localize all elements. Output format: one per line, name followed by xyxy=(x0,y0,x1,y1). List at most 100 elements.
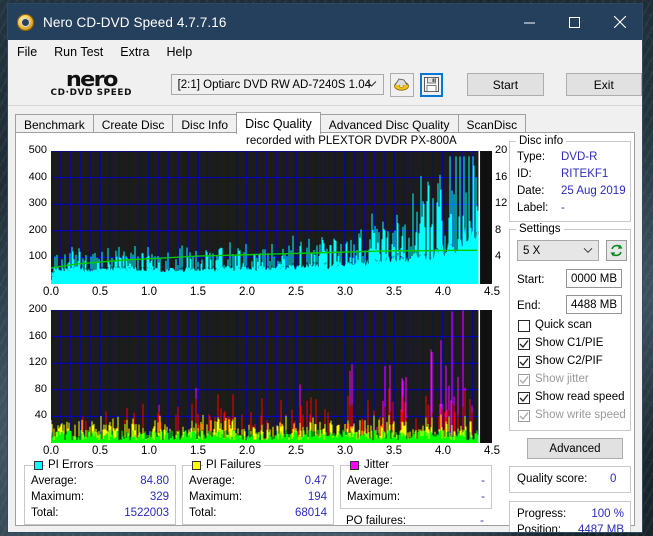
menu-item-run-test[interactable]: Run Test xyxy=(54,45,103,59)
pi-errors-legend: PI Errors xyxy=(45,459,97,471)
show-c1-pie-label: Show C1/PIE xyxy=(535,337,604,349)
pi-errors-maximum-label: Maximum: xyxy=(31,491,85,503)
close-icon[interactable] xyxy=(597,4,642,40)
tab-create-disc[interactable]: Create Disc xyxy=(92,114,174,134)
pi-failures-maximum-value: 194 xyxy=(307,491,327,503)
pie-y-tick: 300 xyxy=(28,197,47,210)
advanced-button[interactable]: Advanced xyxy=(527,438,623,459)
pie-x-tick: 0.0 xyxy=(43,286,59,298)
title-bar: Nero CD-DVD Speed 4.7.7.16 xyxy=(8,4,642,40)
tab-strip: Benchmark Create Disc Disc Info Disc Qua… xyxy=(15,112,642,134)
quality-score-value: 0 xyxy=(610,473,617,485)
tab-advanced-disc-quality[interactable]: Advanced Disc Quality xyxy=(319,114,459,134)
pif-x-tick: 0.0 xyxy=(43,445,59,457)
menu-item-file[interactable]: File xyxy=(17,45,37,59)
exit-button[interactable]: Exit xyxy=(565,73,642,96)
show-jitter-label: Show jitter xyxy=(535,373,589,385)
speed-select-value: 5 X xyxy=(523,244,541,257)
tab-disc-info[interactable]: Disc Info xyxy=(172,114,238,134)
app-icon xyxy=(17,13,34,31)
disc-info-legend: Disc info xyxy=(516,135,567,147)
jitter-maximum-label: Maximum: xyxy=(347,491,401,503)
start-button[interactable]: Start xyxy=(467,73,544,96)
tab-benchmark[interactable]: Benchmark xyxy=(15,114,94,134)
quick-scan-label: Quick scan xyxy=(535,319,592,331)
pie-chart[interactable] xyxy=(51,151,492,284)
right-panel: Disc info Type: DVD-R ID: RITEKF1 Date: … xyxy=(505,133,635,532)
refresh-icon[interactable] xyxy=(606,240,627,261)
disc-type-label: Type: xyxy=(517,151,546,163)
progress-value: 100 % xyxy=(591,508,624,520)
pi-failures-total-value: 68014 xyxy=(295,507,327,519)
pi-errors-average-value: 84.80 xyxy=(140,475,169,487)
po-failures-label: PO failures: xyxy=(346,515,407,527)
toolbar: nero CD·DVD SPEED [2:1] Optiarc DVD RW A… xyxy=(8,64,642,106)
menu-item-extra[interactable]: Extra xyxy=(120,45,149,59)
pi-errors-average-label: Average: xyxy=(31,475,77,487)
po-failures-value: - xyxy=(480,515,484,527)
disc-eject-icon[interactable] xyxy=(390,72,414,97)
disc-id-label: ID: xyxy=(517,168,532,180)
pi-errors-total-label: Total: xyxy=(31,507,59,519)
pif-x-tick: 4.5 xyxy=(484,445,500,457)
jitter-average-label: Average: xyxy=(347,475,393,487)
end-mb-input[interactable]: 4488 MB xyxy=(566,295,622,314)
tab-scandisc[interactable]: ScanDisc xyxy=(457,114,527,134)
drive-select[interactable]: [2:1] Optiarc DVD RW AD-7240S 1.04 xyxy=(170,74,385,95)
show-c1-pie-checkbox[interactable] xyxy=(518,338,530,350)
floppy-save-icon[interactable] xyxy=(419,72,444,97)
start-mb-label: Start: xyxy=(517,274,545,286)
pie-y-tick: 200 xyxy=(28,223,47,236)
disc-quality-panel: recorded with PLEXTOR DVDR PX-800A 100 20… xyxy=(15,132,635,532)
position-value: 4487 MB xyxy=(577,524,624,532)
settings-group: Settings 5 X Start: 0000 MB End: 4488 MB… xyxy=(509,223,631,431)
disc-info-group: Disc info Type: DVD-R ID: RITEKF1 Date: … xyxy=(509,135,631,222)
pi-failures-color-swatch xyxy=(192,461,201,470)
pie-y-tick: 500 xyxy=(28,144,47,156)
chevron-down-icon xyxy=(366,79,377,91)
pif-y-tick: 200 xyxy=(28,303,47,315)
show-read-speed-checkbox[interactable] xyxy=(518,392,530,404)
quick-scan-checkbox[interactable] xyxy=(518,320,530,332)
end-mb-value: 4488 MB xyxy=(571,298,618,311)
speed-select[interactable]: 5 X xyxy=(517,240,599,261)
pif-x-tick: 1.5 xyxy=(190,445,206,457)
pif-chart[interactable] xyxy=(51,310,492,443)
disc-id-value: RITEKF1 xyxy=(561,168,609,180)
pif-x-tick: 1.0 xyxy=(141,445,157,457)
disc-label-label: Label: xyxy=(517,202,549,214)
pie-x-tick: 1.5 xyxy=(190,286,206,298)
pi-errors-color-swatch xyxy=(34,461,43,470)
menu-item-help[interactable]: Help xyxy=(166,45,192,59)
drive-select-value: [2:1] Optiarc DVD RW AD-7240S 1.04 xyxy=(177,78,372,91)
show-jitter-checkbox xyxy=(518,374,530,386)
pif-x-tick: 2.5 xyxy=(288,445,304,457)
show-write-speed-label: Show write speed xyxy=(535,409,626,421)
pi-failures-average-value: 0.47 xyxy=(304,475,327,487)
application-window: Nero CD-DVD Speed 4.7.7.16 File Run Test… xyxy=(8,4,642,532)
pif-x-tick: 3.0 xyxy=(337,445,353,457)
disc-type-value: DVD-R xyxy=(561,151,598,163)
progress-group: Progress: 100 % Position: 4487 MB Speed:… xyxy=(509,501,631,532)
pie-x-tick: 3.5 xyxy=(386,286,402,298)
end-mb-label: End: xyxy=(517,300,541,312)
window-controls xyxy=(507,4,642,40)
show-c2-pif-checkbox[interactable] xyxy=(518,356,530,368)
pi-errors-total-value: 1522003 xyxy=(124,507,169,519)
nero-wordmark: nero xyxy=(65,66,119,91)
pie-x-tick: 3.0 xyxy=(337,286,353,298)
pi-errors-maximum-value: 329 xyxy=(149,491,169,503)
settings-legend: Settings xyxy=(516,223,564,235)
pi-failures-group: PI Failures Average: 0.47 Maximum: 194 T… xyxy=(182,459,334,525)
pie-x-tick: 4.5 xyxy=(484,286,500,298)
maximize-icon[interactable] xyxy=(552,4,597,40)
tab-disc-quality[interactable]: Disc Quality xyxy=(236,112,321,134)
minimize-icon[interactable] xyxy=(507,4,552,40)
jitter-average-value: - xyxy=(481,475,485,487)
position-label: Position: xyxy=(517,524,562,532)
progress-label: Progress: xyxy=(517,508,567,520)
show-write-speed-checkbox xyxy=(518,410,530,422)
menu-bar: File Run Test Extra Help xyxy=(8,40,642,64)
disc-date-label: Date: xyxy=(517,185,545,197)
start-mb-input[interactable]: 0000 MB xyxy=(566,269,622,288)
